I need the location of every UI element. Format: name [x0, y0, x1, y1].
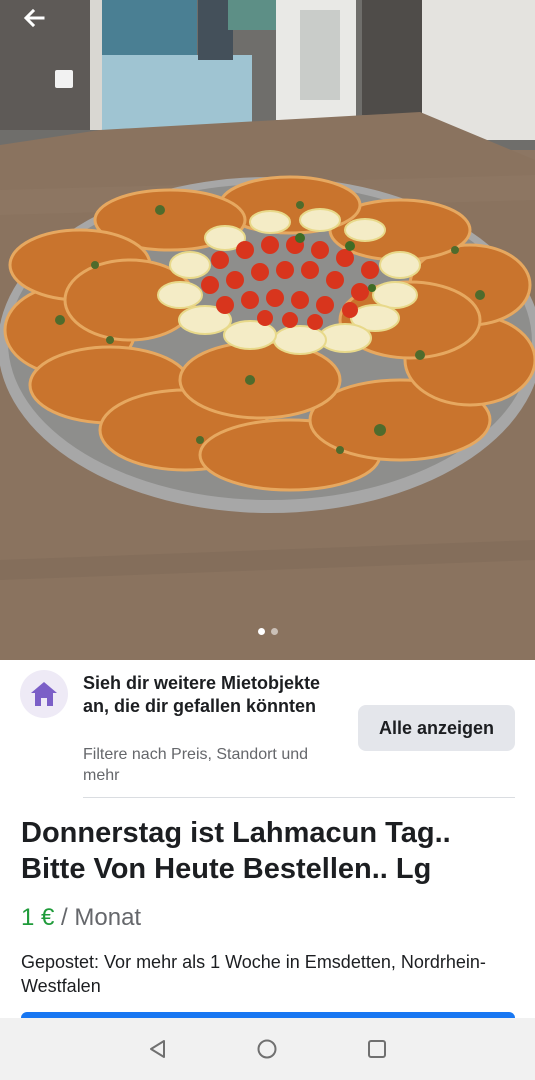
nav-home-button[interactable] — [255, 1037, 279, 1061]
food-platter-image — [0, 0, 535, 660]
carousel-dot[interactable] — [270, 628, 278, 635]
posted-info: Gepostet: Vor mehr als 1 Woche in Emsdet… — [21, 952, 486, 996]
arrow-left-icon — [23, 8, 45, 28]
listing-photo[interactable] — [0, 0, 535, 660]
rentals-promo-card: Sieh dir weitere Mietobjekte an, die dir… — [0, 660, 535, 798]
listing-price: 1 € — [21, 904, 55, 931]
price-period: / Monat — [61, 904, 142, 931]
nav-back-button[interactable] — [146, 1037, 170, 1061]
promo-title: Sieh dir weitere Mietobjekte an, die dir… — [83, 673, 321, 716]
circle-home-icon — [257, 1039, 277, 1059]
triangle-back-icon — [150, 1040, 165, 1058]
divider — [83, 797, 515, 798]
square-recents-icon — [368, 1040, 386, 1058]
back-button[interactable] — [22, 6, 62, 38]
show-all-button[interactable]: Alle anzeigen — [358, 705, 515, 751]
nav-recents-button[interactable] — [365, 1037, 389, 1061]
carousel-indicator — [0, 628, 535, 635]
price-row: 1 € / Monat — [21, 902, 141, 934]
listing-title: Donnerstag ist Lahmacun Tag.. Bitte Von … — [21, 817, 451, 885]
carousel-dot-active[interactable] — [257, 628, 265, 635]
promo-subtitle: Filtere nach Preis, Standort und mehr — [83, 746, 309, 784]
promo-icon-wrapper — [20, 670, 68, 718]
house-icon — [31, 682, 57, 706]
system-navigation-bar — [0, 1018, 535, 1080]
